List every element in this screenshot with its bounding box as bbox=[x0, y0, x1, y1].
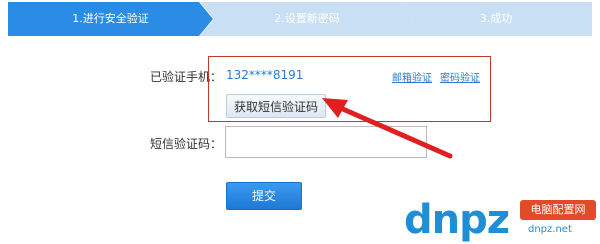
watermark-logo: dnpz bbox=[404, 197, 510, 243]
email-verify-link[interactable]: 邮箱验证 bbox=[392, 69, 432, 84]
step-verify: 1.进行安全验证 bbox=[8, 2, 213, 36]
sms-code-label: 短信验证码： bbox=[150, 137, 223, 151]
watermark-url: dnpz.net bbox=[528, 224, 572, 235]
annotation-arrow-icon bbox=[322, 98, 453, 159]
submit-button[interactable]: 提交 bbox=[226, 182, 302, 210]
password-verify-link[interactable]: 密码验证 bbox=[440, 69, 480, 84]
step-new-password: 2.设置新密码 bbox=[200, 2, 414, 36]
phone-number: 132****8191 bbox=[226, 68, 304, 82]
watermark-badge: 电脑配置网 bbox=[520, 200, 596, 220]
get-sms-code-button[interactable]: 获取短信验证码 bbox=[226, 94, 326, 118]
step-success: 3.成功 bbox=[400, 2, 592, 36]
progress-steps: 1.进行安全验证 2.设置新密码 3.成功 bbox=[0, 0, 600, 36]
